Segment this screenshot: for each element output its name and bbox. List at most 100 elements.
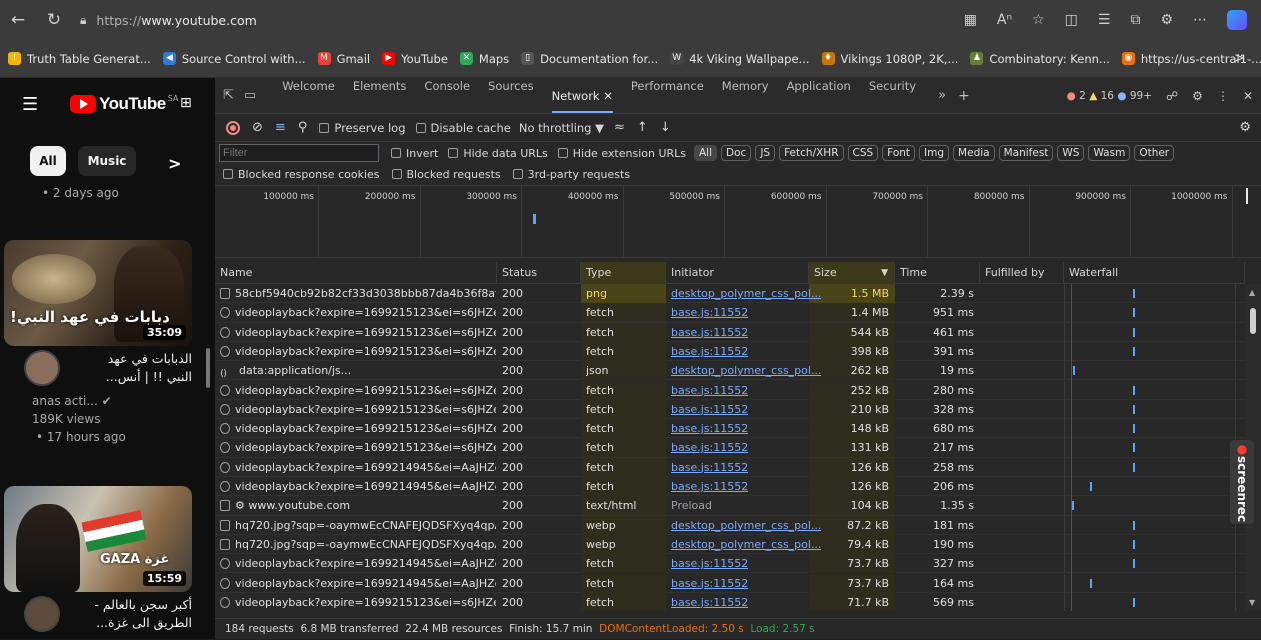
filter-type-media[interactable]: Media [953, 145, 995, 161]
request-initiator[interactable]: base.js:11552 [671, 323, 748, 342]
request-initiator[interactable]: desktop_polymer_css_pol... [671, 516, 821, 535]
table-row[interactable]: videoplayback?expire=1699215123&ei=s6JHZ… [215, 303, 1245, 323]
blocked-requests-checkbox[interactable]: Blocked requests [391, 168, 501, 181]
filter-type-other[interactable]: Other [1134, 145, 1175, 161]
address-bar[interactable]: 🔒︎ https://www.youtube.com [80, 13, 257, 28]
network-conditions-icon[interactable]: ≈ [614, 120, 625, 135]
table-row[interactable]: videoplayback?expire=1699215123&ei=s6JHZ… [215, 341, 1245, 362]
collections-icon[interactable]: ⧉ [1130, 12, 1140, 28]
network-settings-icon[interactable]: ⚙ [1239, 120, 1251, 135]
copilot-icon[interactable] [1227, 10, 1247, 30]
channel-name[interactable]: anas acti... ✔ [32, 394, 112, 408]
table-row[interactable]: hq720.jpg?sqp=-oaymwEcCNAFEJQDSFXyq4qpAw… [215, 515, 1245, 535]
bookmarks-overflow-icon[interactable]: > [1234, 51, 1245, 66]
menu-icon[interactable]: ☰ [22, 94, 38, 115]
request-initiator[interactable]: base.js:11552 [671, 593, 748, 611]
column-time[interactable]: Time [895, 262, 980, 284]
search-icon[interactable]: ⚲ [298, 120, 308, 135]
request-initiator[interactable]: base.js:11552 [671, 438, 748, 457]
bookmark-item[interactable]: ♦ Vikings 1080P, 2K,... [821, 52, 958, 66]
more-options-icon[interactable]: ⋮ [1217, 89, 1229, 103]
table-row[interactable]: videoplayback?expire=1699214945&ei=AaJHZ… [215, 477, 1245, 497]
column-status[interactable]: Status [497, 262, 581, 284]
video-title[interactable]: أكبر سجن بالعالم - الطريق الى غزة... [66, 596, 192, 632]
tab-performance[interactable]: Performance [631, 79, 704, 113]
filter-type-fetchxhr[interactable]: Fetch/XHR [779, 145, 844, 161]
back-button[interactable]: ← [0, 10, 36, 30]
tab-application[interactable]: Application [787, 79, 851, 113]
more-icon[interactable]: ⋯ [1193, 12, 1207, 28]
third-party-checkbox[interactable]: 3rd-party requests [512, 168, 630, 181]
request-initiator[interactable]: base.js:11552 [671, 477, 748, 496]
column-fulfilled-by[interactable]: Fulfilled by [980, 262, 1064, 284]
favorite-star-icon[interactable]: ☆ [1032, 12, 1045, 28]
import-har-icon[interactable]: ↑ [637, 120, 648, 135]
table-row[interactable]: videoplayback?expire=1699215123&ei=s6JHZ… [215, 592, 1245, 611]
request-initiator[interactable]: base.js:11552 [671, 419, 748, 438]
favorites-icon[interactable]: ☰ [1098, 12, 1111, 28]
throttling-select[interactable]: No throttling ▼ [519, 121, 604, 135]
bookmark-item[interactable]: ! Truth Table Generat... [8, 52, 151, 66]
preserve-log-checkbox[interactable]: Preserve log [319, 121, 406, 135]
close-icon[interactable]: ✕ [1243, 89, 1253, 103]
filter-type-font[interactable]: Font [882, 145, 916, 161]
table-row[interactable]: videoplayback?expire=1699215123&ei=s6JHZ… [215, 322, 1245, 342]
read-aloud-icon[interactable]: Aⁿ [997, 12, 1012, 28]
request-initiator[interactable]: base.js:11552 [671, 458, 748, 477]
settings-gear-icon[interactable]: ⚙ [1192, 89, 1203, 103]
disable-cache-checkbox[interactable]: Disable cache [415, 121, 511, 135]
bookmark-item[interactable]: W 4k Viking Wallpape... [670, 52, 810, 66]
request-initiator[interactable]: base.js:11552 [671, 342, 748, 361]
scroll-up-icon[interactable]: ▲ [1249, 288, 1255, 297]
tab-sources[interactable]: Sources [488, 79, 534, 113]
request-initiator[interactable]: desktop_polymer_css_pol... [671, 535, 821, 554]
bookmark-item[interactable]: ▯ Documentation for... [521, 52, 658, 66]
video-title[interactable]: الدبابات في عهد النبي !! | أنس... [66, 350, 192, 386]
bookmark-item[interactable]: ✕ Maps [459, 52, 509, 66]
apps-icon[interactable]: ▦ [964, 12, 977, 28]
bookmark-item[interactable]: ◀ Source Control with... [162, 52, 306, 66]
screenrec-overlay[interactable]: ●screenrec [1230, 440, 1254, 524]
table-row[interactable]: videoplayback?expire=1699214945&ei=AaJHZ… [215, 457, 1245, 477]
bookmark-item[interactable]: ♟ Combinatory: Kenn... [970, 52, 1110, 66]
filter-type-all[interactable]: All [694, 145, 718, 161]
split-screen-icon[interactable]: ◫ [1065, 12, 1078, 28]
filter-toggle-icon[interactable]: ≡ [275, 120, 286, 135]
tab-network[interactable]: Network ✕ [551, 89, 613, 113]
request-initiator[interactable]: base.js:11552 [671, 381, 748, 400]
export-har-icon[interactable]: ↓ [660, 120, 671, 135]
request-initiator[interactable]: base.js:11552 [671, 303, 748, 322]
request-initiator[interactable]: base.js:11552 [671, 400, 748, 419]
table-row[interactable]: 58cbf5940cb92b82cf33d3038bbb87da4b36f8af… [215, 284, 1245, 304]
blocked-cookies-checkbox[interactable]: Blocked response cookies [223, 168, 380, 181]
chips-next-icon[interactable]: > [168, 148, 181, 178]
table-row[interactable]: videoplayback?expire=1699215123&ei=s6JHZ… [215, 380, 1245, 400]
video-thumbnail[interactable]: دبابات في عهد النبي! 35:09 [4, 240, 192, 346]
filter-type-js[interactable]: JS [755, 145, 776, 161]
channel-avatar[interactable] [24, 350, 60, 386]
filter-type-doc[interactable]: Doc [721, 145, 752, 161]
tab-security[interactable]: Security [869, 79, 916, 113]
table-row[interactable]: videoplayback?expire=1699215123&ei=s6JHZ… [215, 399, 1245, 420]
record-icon[interactable] [226, 120, 240, 135]
sidebar-scrollbar[interactable] [206, 348, 210, 388]
video-thumbnail[interactable]: GAZA غزة 15:59 [4, 486, 192, 592]
request-initiator[interactable]: base.js:11552 [671, 554, 748, 573]
bookmark-item[interactable]: M Gmail [317, 52, 370, 66]
network-overview[interactable]: 100000 ms 200000 ms 300000 ms 400000 ms 5000… [215, 186, 1261, 258]
chip-all[interactable]: All [30, 146, 66, 176]
youtube-logo[interactable]: YouTube SA [70, 94, 178, 114]
table-row[interactable]: ⚙ www.youtube.com 200 text/html Preload 104 … [215, 496, 1245, 516]
bookmark-item[interactable]: ▶ YouTube [382, 52, 448, 66]
create-icon[interactable]: ⊞ [180, 95, 192, 111]
column-initiator[interactable]: Initiator [666, 262, 809, 284]
filter-type-css[interactable]: CSS [847, 145, 879, 161]
column-name[interactable]: Name [215, 262, 497, 284]
clear-icon[interactable]: ⊘ [252, 120, 263, 135]
table-row[interactable]: videoplayback?expire=1699214945&ei=AaJHZ… [215, 573, 1245, 593]
filter-input[interactable] [219, 144, 379, 162]
invert-checkbox[interactable]: Invert [391, 147, 438, 160]
column-waterfall[interactable]: Waterfall [1064, 262, 1245, 284]
request-initiator[interactable]: base.js:11552 [671, 574, 748, 593]
table-row[interactable]: videoplayback?expire=1699215123&ei=s6JHZ… [215, 438, 1245, 458]
